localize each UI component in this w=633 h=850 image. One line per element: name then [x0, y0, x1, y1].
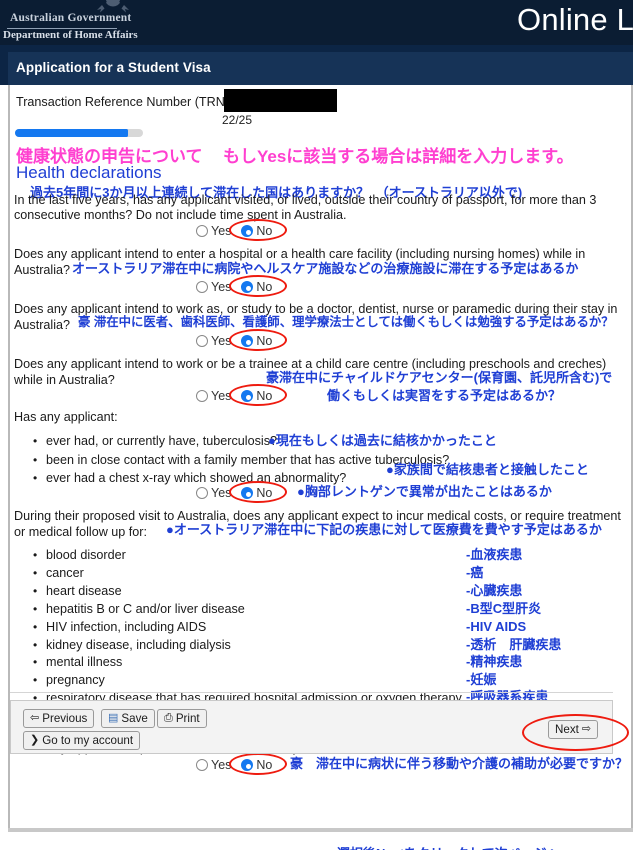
q1-label-yes: Yes	[211, 224, 232, 238]
q3-radio-no[interactable]	[241, 335, 254, 347]
next-button-label: Next	[555, 723, 579, 736]
page-title: Application for a Student Visa	[16, 60, 211, 75]
section-jp-note: もしYesに該当する場合は詳細を入力します。	[223, 147, 574, 166]
printer-icon: ⎙	[164, 712, 173, 724]
q1-radio-no[interactable]	[241, 225, 254, 237]
gov-line-department: Department of Home Affairs	[3, 29, 138, 41]
q7-label-no: No	[256, 758, 273, 772]
q4-radio-group[interactable]: Yes No	[196, 387, 280, 405]
q3-radio-group[interactable]: Yes No	[196, 332, 280, 350]
arrow-right-icon: ⇨	[581, 723, 592, 735]
chevron-right-icon: ❯	[30, 734, 40, 746]
q2-jp-annotation: オーストラリア滞在中に病院やヘルスケア施設などの治療施設に滞在する予定はあるか	[72, 261, 579, 276]
q5-jp-bullet-1: ●現在もしくは過去に結核かかったこと	[268, 433, 497, 448]
q7-radio-no[interactable]	[241, 759, 254, 771]
previous-button-label: Previous	[42, 712, 88, 725]
q6-bullet-8: pregnancy	[33, 673, 105, 687]
previous-button[interactable]: ⇦ Previous	[23, 709, 95, 728]
q6-bullet-3: heart disease	[33, 584, 122, 598]
q3-label-yes: Yes	[211, 334, 232, 348]
q7-radio-yes[interactable]	[196, 759, 208, 771]
q2-radio-yes[interactable]	[196, 281, 208, 293]
q6-text-line2: or medical follow up for:	[14, 525, 147, 539]
q5-radio-no[interactable]	[241, 487, 254, 499]
q5-label-no: No	[256, 486, 273, 500]
q6-jp-bullet-8: -妊娠	[466, 672, 497, 687]
q1-radio-yes[interactable]	[196, 225, 208, 237]
go-to-my-account-label: Go to my account	[42, 734, 134, 747]
q6-bullet-7: mental illness	[33, 655, 122, 669]
q6-bullet-6: kidney disease, including dialysis	[33, 638, 231, 652]
q5-bullet-1: ever had, or currently have, tuberculosi…	[33, 434, 277, 448]
q5-radio-yes[interactable]	[196, 487, 208, 499]
progress-bar	[15, 129, 143, 137]
page-counter: 22/25	[222, 113, 253, 127]
print-button[interactable]: ⎙ Print	[157, 709, 207, 728]
q4-jp-annotation-line2: 働くもしくは実習をする予定はあるか？	[327, 388, 562, 403]
navy-band	[0, 45, 633, 52]
form-button-bar: ⇦ Previous ▤ Save ⎙ Print ❯ Go to my acc…	[10, 700, 613, 754]
q4-label-yes: Yes	[211, 389, 232, 403]
left-rail	[0, 52, 8, 85]
trn-redaction-block	[224, 89, 337, 112]
q6-bullet-5: HIV infection, including AIDS	[33, 620, 206, 634]
q5-jp-bullet-3: ●胸部レントゲンで異常が出たことはあるか	[297, 484, 552, 499]
q6-jp-annotation: ●オーストラリア滞在中に下記の疾患に対して医療費を費やす予定はあるか	[166, 522, 602, 537]
q5-radio-group[interactable]: Yes No	[196, 484, 280, 502]
form-separator	[10, 692, 613, 693]
q7-radio-group[interactable]: Yes No	[196, 756, 280, 774]
go-to-my-account-button[interactable]: ❯ Go to my account	[23, 731, 141, 750]
trn-label: Transaction Reference Number (TRN):	[16, 95, 233, 109]
q1-label-no: No	[256, 224, 273, 238]
application-page: Australian Government Department of Home…	[0, 0, 633, 850]
q4-label-no: No	[256, 389, 273, 403]
q6-bullet-1: blood disorder	[33, 548, 126, 562]
q6-jp-bullet-2: -癌	[466, 565, 484, 580]
q3-jp-annotation: 豪 滞在中に医者、歯科医師、看護師、理学療法士としては働くもしくは勉強する予定は…	[78, 315, 614, 329]
bottom-border	[8, 828, 633, 832]
q4-radio-no[interactable]	[241, 390, 254, 402]
q5-jp-bullet-2: ●家族間で結核患者と接触したこと	[386, 462, 589, 477]
section-heading-health-declarations: Health declarations	[16, 163, 162, 182]
q6-bullet-4: hepatitis B or C and/or liver disease	[33, 602, 245, 616]
save-button[interactable]: ▤ Save	[101, 709, 155, 728]
q1-text-line1: In the last five years, has any applican…	[14, 193, 597, 207]
q1-text-line2: consecutive months? Do not include time …	[14, 208, 347, 222]
q3-text-line2: Australia?	[14, 318, 71, 332]
q6-jp-bullet-3: -心臓疾患	[466, 583, 523, 598]
q4-text-line2: while in Australia?	[14, 373, 115, 387]
print-button-label: Print	[175, 712, 200, 725]
q3-radio-yes[interactable]	[196, 335, 208, 347]
q2-label-no: No	[256, 280, 273, 294]
q1-radio-group[interactable]: Yes No	[196, 222, 280, 240]
q6-jp-bullet-7: -精神疾患	[466, 654, 523, 669]
save-button-label: Save	[121, 712, 148, 725]
q6-jp-bullet-4: -B型C型肝炎	[466, 601, 542, 616]
q2-label-yes: Yes	[211, 280, 232, 294]
q4-radio-yes[interactable]	[196, 390, 208, 402]
government-header: Australian Government Department of Home…	[0, 0, 633, 45]
q2-radio-group[interactable]: Yes No	[196, 278, 280, 296]
q6-jp-bullet-5: -HIV AIDS	[466, 619, 527, 634]
q5-lead-text: Has any applicant:	[14, 410, 118, 424]
q6-bullet-2: cancer	[33, 566, 84, 580]
q6-jp-bullet-1: -血液疾患	[466, 547, 523, 562]
q7-label-yes: Yes	[211, 758, 232, 772]
gov-line-australian-government: Australian Government	[10, 12, 132, 24]
q2-radio-no[interactable]	[241, 281, 254, 293]
q4-jp-annotation-line1: 豪滞在中にチャイルドケアセンター(保育園、託児所含む)で	[266, 370, 613, 385]
q5-label-yes: Yes	[211, 486, 232, 500]
next-button[interactable]: Next ⇨	[548, 720, 599, 739]
q3-label-no: No	[256, 334, 273, 348]
floppy-disk-icon: ▤	[108, 712, 119, 724]
q6-jp-bullet-6: -透析 肝臓疾患	[466, 637, 562, 652]
q2-text-line2: Australia?	[14, 263, 71, 277]
page-title-bar: Application for a Student Visa	[8, 52, 633, 85]
arrow-left-icon: ⇦	[30, 712, 40, 724]
online-lodgement-brand: Online L	[517, 2, 633, 37]
footer-instruction-note: 選択後Nextをクリックして次ページへ	[337, 843, 560, 850]
progress-bar-fill	[15, 129, 128, 137]
q7-jp-annotation: 豪 滞在中に病状に伴う移動や介護の補助が必要ですか？	[290, 756, 629, 771]
